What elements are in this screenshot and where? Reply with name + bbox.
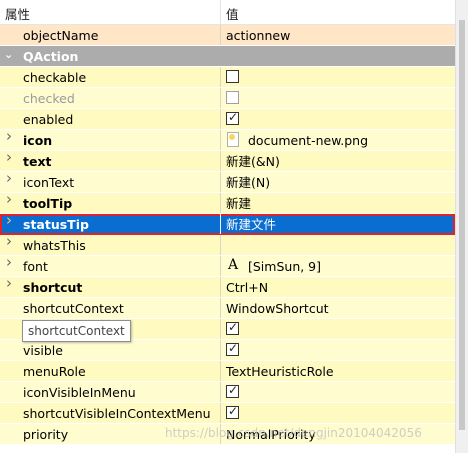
property-name: shortcutContext	[23, 301, 124, 316]
property-row-shortcutVisibleInContextMenu[interactable]: shortcutVisibleInContextMenu ✓	[0, 403, 455, 424]
row-column-divider	[220, 256, 221, 276]
row-column-divider	[220, 214, 221, 234]
property-name: QAction	[23, 49, 79, 64]
vertical-scrollbar[interactable]	[455, 0, 468, 453]
row-column-divider	[220, 172, 221, 192]
property-checkbox[interactable]	[226, 70, 239, 83]
row-column-divider	[220, 382, 221, 402]
row-column-divider	[220, 88, 221, 108]
property-row-font[interactable]: › font A [SimSun, 9]	[0, 255, 455, 277]
row-column-divider	[220, 403, 221, 423]
watermark: https://blog.csdn.net/dengjin20104042056	[165, 426, 422, 440]
row-column-divider	[220, 130, 221, 150]
check-icon: ✓	[228, 110, 239, 124]
row-column-divider	[220, 67, 221, 87]
property-name: menuRole	[23, 364, 86, 379]
property-value[interactable]: 新建文件	[226, 216, 276, 233]
property-value[interactable]: 新建(N)	[226, 174, 270, 191]
property-name: iconVisibleInMenu	[23, 385, 136, 400]
property-row-statusTip[interactable]: › statusTip 新建文件	[0, 213, 455, 235]
property-row-iconVisibleInMenu[interactable]: iconVisibleInMenu ✓	[0, 382, 455, 403]
property-row-shortcut[interactable]: › shortcut Ctrl+N	[0, 276, 455, 298]
property-value[interactable]: Ctrl+N	[226, 279, 268, 296]
font-icon: A	[228, 257, 239, 273]
property-row-shortcutContext[interactable]: shortcutContext WindowShortcut	[0, 298, 455, 319]
property-row-visible[interactable]: visible ✓	[0, 340, 455, 361]
row-column-divider	[220, 298, 221, 318]
property-checkbox[interactable]: ✓	[226, 383, 239, 398]
expand-arrow-icon[interactable]: ›	[6, 234, 12, 249]
expand-arrow-icon[interactable]: ›	[6, 276, 12, 291]
property-row-whatsThis[interactable]: › whatsThis	[0, 234, 455, 256]
check-icon: ✓	[228, 320, 239, 334]
expand-arrow-icon[interactable]: ›	[6, 213, 12, 228]
row-column-divider	[220, 277, 221, 297]
property-grid: objectName actionnew ⌄ QAction checkable chec…	[0, 25, 455, 445]
property-value[interactable]: [SimSun, 9]	[248, 258, 321, 275]
collapse-arrow-icon[interactable]: ⌄	[4, 49, 13, 61]
scrollbar-thumb[interactable]	[459, 20, 465, 430]
property-value[interactable]: document-new.png	[248, 132, 368, 149]
check-icon: ✓	[228, 383, 239, 397]
expand-arrow-icon[interactable]: ›	[6, 150, 12, 165]
property-name: shortcutVisibleInContextMenu	[23, 406, 211, 421]
property-checkbox[interactable]: ✓	[226, 341, 239, 356]
row-column-divider	[220, 340, 221, 360]
property-checkbox[interactable]: ✓	[226, 404, 239, 419]
property-name: statusTip	[23, 217, 89, 232]
property-name: checkable	[23, 70, 87, 85]
row-column-divider	[220, 151, 221, 171]
property-row-text[interactable]: › text 新建(&N)	[0, 150, 455, 172]
expand-arrow-icon[interactable]: ›	[6, 171, 12, 186]
property-name: visible	[23, 343, 63, 358]
check-icon: ✓	[228, 341, 239, 355]
expand-arrow-icon[interactable]: ›	[6, 192, 12, 207]
tooltip: shortcutContext	[22, 320, 131, 342]
property-row-enabled[interactable]: enabled ✓	[0, 109, 455, 130]
property-name: priority	[23, 427, 69, 442]
property-checkbox	[226, 91, 239, 104]
property-editor-header: 属性 值	[0, 0, 455, 25]
check-icon: ✓	[228, 404, 239, 418]
property-value[interactable]: actionnew	[226, 27, 290, 44]
group-row-qaction[interactable]: ⌄ QAction	[0, 46, 455, 67]
property-row-iconText[interactable]: › iconText 新建(N)	[0, 171, 455, 193]
document-icon	[227, 132, 239, 147]
property-name: shortcut	[23, 280, 83, 295]
property-row-checkable[interactable]: checkable	[0, 67, 455, 88]
property-name: whatsThis	[23, 238, 86, 253]
property-name: enabled	[23, 112, 74, 127]
property-name: iconText	[23, 175, 75, 190]
property-row-checked[interactable]: checked	[0, 88, 455, 109]
property-row-toolTip[interactable]: › toolTip 新建	[0, 192, 455, 214]
column-divider[interactable]	[220, 0, 221, 24]
row-column-divider	[220, 235, 221, 255]
property-checkbox[interactable]: ✓	[226, 320, 239, 335]
property-row-icon[interactable]: › icon document-new.png	[0, 129, 455, 151]
row-column-divider	[220, 319, 221, 339]
property-name: toolTip	[23, 196, 73, 211]
property-row-menuRole[interactable]: menuRole TextHeuristicRole	[0, 361, 455, 382]
property-column-header[interactable]: 属性	[5, 4, 30, 23]
value-column-header[interactable]: 值	[226, 4, 239, 23]
property-checkbox[interactable]: ✓	[226, 110, 239, 125]
property-name: icon	[23, 133, 53, 148]
property-value[interactable]: TextHeuristicRole	[226, 363, 334, 380]
row-column-divider	[220, 193, 221, 213]
property-value[interactable]: 新建(&N)	[226, 153, 280, 170]
expand-arrow-icon[interactable]: ›	[6, 255, 12, 270]
property-value[interactable]: WindowShortcut	[226, 300, 329, 317]
property-name: text	[23, 154, 52, 169]
row-column-divider	[220, 361, 221, 381]
property-name: objectName	[23, 28, 99, 43]
row-column-divider	[220, 109, 221, 129]
property-row-objectName[interactable]: objectName actionnew	[0, 25, 455, 46]
property-name: checked	[23, 91, 75, 106]
row-column-divider	[220, 25, 221, 45]
property-name: font	[23, 259, 48, 274]
property-value[interactable]: 新建	[226, 195, 251, 212]
expand-arrow-icon[interactable]: ›	[6, 129, 12, 144]
